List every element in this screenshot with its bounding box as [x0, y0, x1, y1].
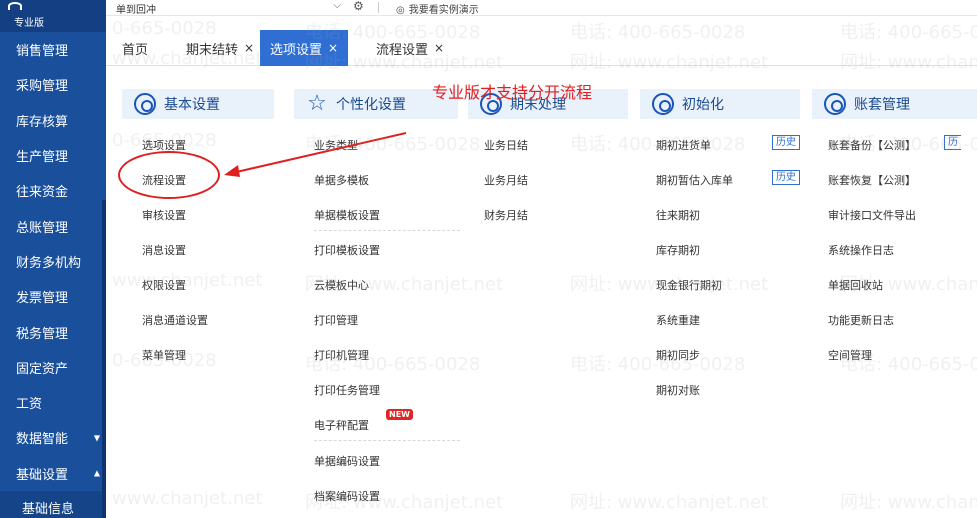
link-monthly-close[interactable]: 业务月结: [484, 172, 528, 188]
link-opening-reconcile[interactable]: 期初对账: [656, 382, 700, 398]
history-badge[interactable]: 历: [944, 135, 961, 150]
new-badge: NEW: [386, 409, 413, 420]
link-account-backup[interactable]: 账套备份【公测】: [828, 137, 916, 153]
divider: [314, 230, 460, 231]
link-archive-numbering[interactable]: 档案编码设置: [314, 488, 380, 504]
divider: [314, 440, 460, 441]
link-icon: [652, 93, 674, 115]
sidebar-item-funds[interactable]: 往来资金: [0, 173, 106, 208]
annotation-circle: [118, 151, 220, 199]
tab-process[interactable]: 流程设置 ×: [376, 30, 444, 66]
chevron-down-icon: ⌵: [333, 0, 341, 11]
close-icon[interactable]: ×: [434, 41, 444, 55]
app-logo: 专业版: [0, 0, 106, 32]
divider: [378, 2, 379, 13]
link-message-settings[interactable]: 消息设置: [142, 242, 186, 258]
link-opening-purchase[interactable]: 期初进货单: [656, 137, 711, 153]
sidebar-subitem-basic-info[interactable]: 基础信息: [0, 490, 106, 518]
section-account-management: 账套管理: [812, 89, 977, 119]
annotation-text: 专业版才支持分开流程: [432, 83, 593, 102]
link-audit-export[interactable]: 审计接口文件导出: [828, 207, 916, 223]
sidebar-item-inventory[interactable]: 库存核算: [0, 103, 106, 138]
section-initialization: 初始化: [640, 89, 800, 119]
gear-icon: [134, 93, 156, 115]
collapse-up-icon: ▲: [93, 468, 100, 478]
sidebar-item-sales[interactable]: 销售管理: [0, 32, 106, 67]
link-print-tasks[interactable]: 打印任务管理: [314, 382, 380, 398]
sidebar-item-basic-settings[interactable]: 基础设置 ▲: [0, 456, 106, 491]
link-print-template[interactable]: 打印模板设置: [314, 242, 380, 258]
link-scale-config[interactable]: 电子秤配置: [314, 417, 369, 433]
link-recycle-bin[interactable]: 单据回收站: [828, 277, 883, 293]
sidebar-item-tax[interactable]: 税务管理: [0, 314, 106, 349]
link-opening-estimate[interactable]: 期初暂估入库单: [656, 172, 733, 188]
link-printer-management[interactable]: 打印机管理: [314, 347, 369, 363]
sidebar-item-data-intel[interactable]: 数据智能 ▼: [0, 420, 106, 455]
logo-icon: [8, 2, 22, 10]
link-cloud-template[interactable]: 云模板中心: [314, 277, 369, 293]
link-operation-log[interactable]: 系统操作日志: [828, 242, 894, 258]
section-basic-settings: 基本设置: [122, 89, 274, 119]
search-select[interactable]: 单到回冲 ⌵: [116, 0, 341, 16]
link-template-settings[interactable]: 单据模板设置: [314, 207, 380, 223]
history-badge[interactable]: 历史: [772, 170, 800, 185]
sidebar-item-multi-org[interactable]: 财务多机构: [0, 244, 106, 279]
annotation-arrow: [224, 132, 407, 177]
link-opening-inventory[interactable]: 库存期初: [656, 242, 700, 258]
link-opening-ar-ap[interactable]: 往来期初: [656, 207, 700, 223]
sidebar-item-payroll[interactable]: 工资: [0, 385, 106, 420]
star-icon: ☆: [307, 91, 327, 116]
gear-icon[interactable]: ⚙: [353, 0, 364, 13]
demo-link[interactable]: ◎ 我要看实例演示: [396, 1, 479, 16]
sidebar-item-assets[interactable]: 固定资产: [0, 350, 106, 385]
link-permission-settings[interactable]: 权限设置: [142, 277, 186, 293]
top-bar: 单到回冲 ⌵ ⚙ ◎ 我要看实例演示: [106, 0, 977, 16]
link-menu-management[interactable]: 菜单管理: [142, 347, 186, 363]
link-daily-close[interactable]: 业务日结: [484, 137, 528, 153]
tab-bar: 首页 期末结转 × 选项设置 × 流程设置 ×: [106, 30, 977, 66]
link-message-channel[interactable]: 消息通道设置: [142, 312, 208, 328]
arrow-line: [231, 132, 407, 174]
close-icon[interactable]: ×: [328, 41, 338, 55]
link-audit-settings[interactable]: 审核设置: [142, 207, 186, 223]
eye-icon: ◎: [396, 5, 405, 16]
link-system-rebuild[interactable]: 系统重建: [656, 312, 700, 328]
link-opening-cash-bank[interactable]: 现金银行期初: [656, 277, 722, 293]
sidebar-item-purchase[interactable]: 采购管理: [0, 67, 106, 102]
settings-panel: 基本设置 选项设置 流程设置 审核设置 消息设置 权限设置 消息通道设置 菜单管…: [106, 67, 977, 518]
link-update-log[interactable]: 功能更新日志: [828, 312, 894, 328]
tab-options[interactable]: 选项设置 ×: [260, 30, 349, 66]
close-icon[interactable]: ×: [244, 41, 254, 55]
edition-label: 专业版: [14, 18, 44, 29]
link-opening-sync[interactable]: 期初同步: [656, 347, 700, 363]
tab-home[interactable]: 首页: [122, 30, 148, 66]
tab-period-end[interactable]: 期末结转 ×: [186, 30, 254, 66]
sidebar: 专业版 销售管理 采购管理 库存核算 生产管理 往来资金 总账管理 财务多机构 …: [0, 0, 106, 518]
link-space-management[interactable]: 空间管理: [828, 347, 872, 363]
link-doc-numbering[interactable]: 单据编码设置: [314, 453, 380, 469]
database-icon: [824, 93, 846, 115]
history-badge[interactable]: 历史: [772, 135, 800, 150]
link-account-restore[interactable]: 账套恢复【公测】: [828, 172, 916, 188]
sidebar-item-invoice[interactable]: 发票管理: [0, 279, 106, 314]
sidebar-item-production[interactable]: 生产管理: [0, 138, 106, 173]
arrow-head: [224, 165, 240, 177]
link-print-management[interactable]: 打印管理: [314, 312, 358, 328]
sidebar-item-ledger[interactable]: 总账管理: [0, 208, 106, 243]
link-finance-monthly-close[interactable]: 财务月结: [484, 207, 528, 223]
expand-down-icon: ▼: [93, 433, 100, 443]
